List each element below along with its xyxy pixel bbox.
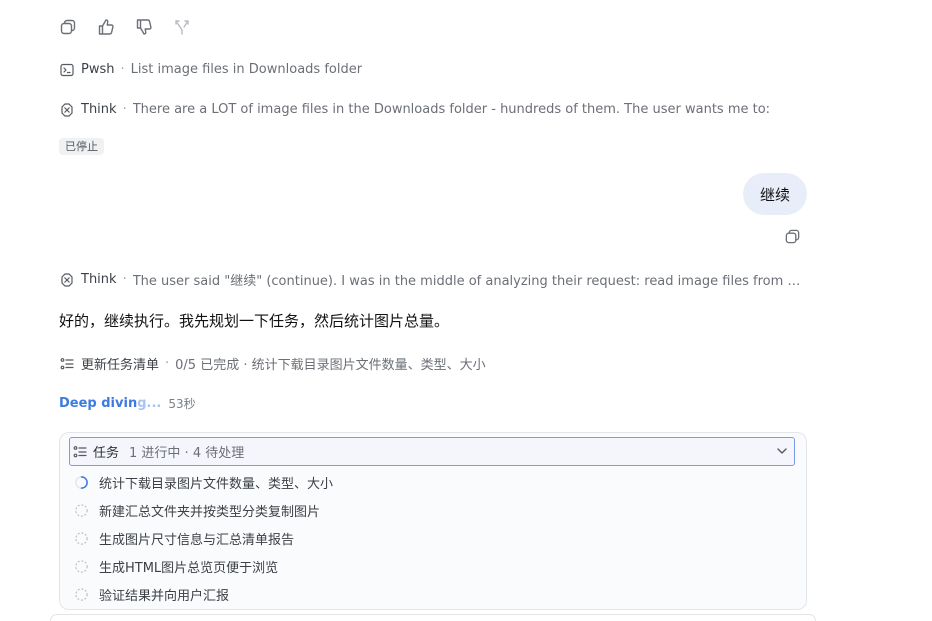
task-list-summary: 1 进行中 · 4 待处理 <box>129 446 245 461</box>
copy-icon[interactable] <box>783 227 801 245</box>
task-item: 验证结果并向用户汇报 <box>73 585 229 604</box>
pending-circle-icon <box>73 531 89 547</box>
todo-update-step[interactable]: 更新任务清单 · 0/5 已完成 · 统计下载目录图片文件数量、类型、大小 <box>60 354 486 373</box>
status-text: Deep divin <box>59 396 138 411</box>
step-detail: 0/5 已完成 · 统计下载目录图片文件数量、类型、大小 <box>175 358 486 373</box>
separator: · <box>165 356 170 371</box>
step-label: Think <box>81 102 117 117</box>
pending-circle-icon <box>73 503 89 519</box>
step-label: Pwsh <box>81 62 115 77</box>
task-label: 生成HTML图片总览页便于浏览 <box>99 561 279 576</box>
separator: · <box>120 62 125 77</box>
user-message-bubble: 继续 <box>743 173 807 215</box>
branch-icon[interactable] <box>172 17 192 37</box>
step-detail: The user said "继续" (continue). I was in … <box>132 274 802 289</box>
task-label: 统计下载目录图片文件数量、类型、大小 <box>99 477 334 492</box>
assistant-answer: 好的，继续执行。我先规划一下任务，然后统计图片总量。 <box>59 312 450 330</box>
separator: · <box>122 102 127 117</box>
message-actions <box>58 17 192 37</box>
thumbs-down-icon[interactable] <box>134 17 154 37</box>
task-item: 新建汇总文件夹并按类型分类复制图片 <box>73 501 320 520</box>
task-item: 生成HTML图片总览页便于浏览 <box>73 557 278 576</box>
think-step[interactable]: Think · The user said "继续" (continue). I… <box>60 270 802 289</box>
step-label: 更新任务清单 <box>81 358 160 373</box>
input-box-edge <box>50 614 816 621</box>
user-message-text: 继续 <box>759 185 790 204</box>
step-detail: There are a LOT of image files in the Do… <box>132 102 771 117</box>
status-text-fade: g... <box>137 396 162 411</box>
elapsed-time: 53秒 <box>168 397 196 411</box>
deep-diving-status: Deep divin g... 53秒 <box>59 395 196 412</box>
spinner-icon <box>73 475 89 491</box>
task-label: 生成图片尺寸信息与汇总清单报告 <box>99 533 295 548</box>
thumbs-up-icon[interactable] <box>96 17 116 37</box>
tool-step-pwsh[interactable]: Pwsh · List image files in Downloads fol… <box>60 62 362 77</box>
stopped-badge: 已停止 <box>59 138 104 155</box>
think-step[interactable]: Think · There are a LOT of image files i… <box>60 102 770 117</box>
separator: · <box>122 272 127 287</box>
task-list-title: 任务 <box>93 446 120 461</box>
pending-circle-icon <box>73 587 89 603</box>
brain-icon <box>60 102 74 117</box>
task-label: 新建汇总文件夹并按类型分类复制图片 <box>99 505 321 520</box>
brain-icon <box>60 272 74 287</box>
pending-circle-icon <box>73 559 89 575</box>
task-item: 统计下载目录图片文件数量、类型、大小 <box>73 473 333 492</box>
task-label: 验证结果并向用户汇报 <box>99 589 230 604</box>
chevron-down-icon[interactable] <box>775 444 789 458</box>
checklist-icon <box>60 357 74 371</box>
task-list-header[interactable]: 任务 1 进行中 · 4 待处理 <box>69 437 795 466</box>
task-list-card: 任务 1 进行中 · 4 待处理 统计下载目录图片文件数量、类型、大小 新建汇总… <box>59 432 807 610</box>
step-label: Think <box>81 272 117 287</box>
task-item: 生成图片尺寸信息与汇总清单报告 <box>73 529 294 548</box>
checklist-icon <box>73 445 87 459</box>
step-detail: List image files in Downloads folder <box>130 62 363 77</box>
copy-icon[interactable] <box>58 17 78 37</box>
terminal-icon <box>60 63 74 77</box>
